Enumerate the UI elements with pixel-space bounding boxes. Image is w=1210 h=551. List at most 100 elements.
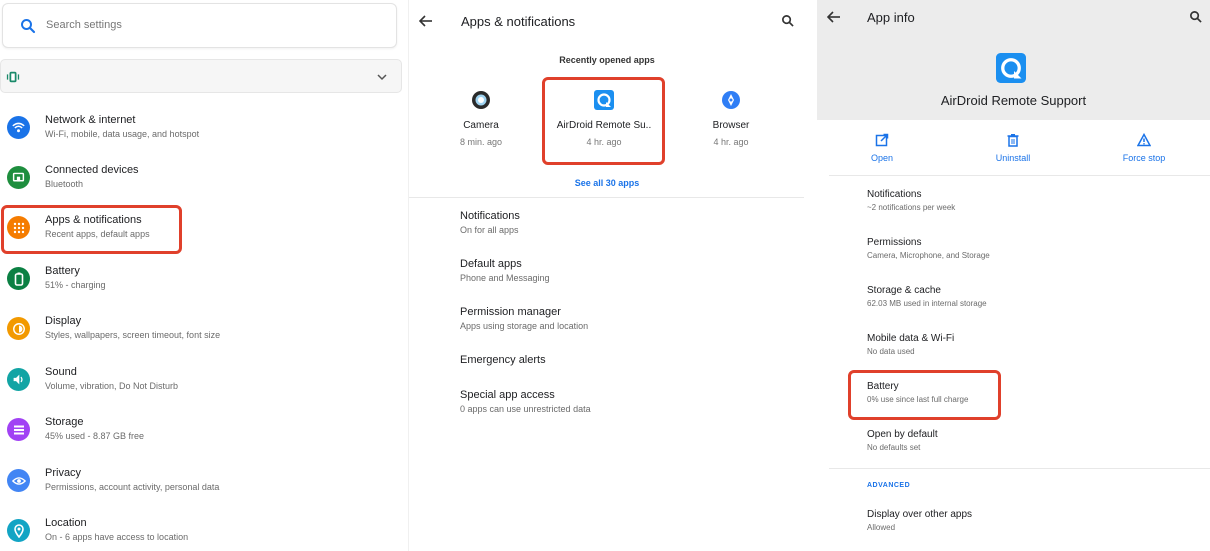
list-item-subtitle: ~2 notifications per week	[867, 203, 956, 212]
list-item-subtitle: Apps using storage and location	[460, 321, 589, 331]
privacy-icon	[7, 469, 30, 492]
panel-gap	[804, 0, 817, 551]
settings-item-sound[interactable]: Sound Volume, vibration, Do Not Disturb	[0, 360, 408, 410]
list-item-subtitle: No data used	[867, 347, 915, 356]
settings-item-battery[interactable]: Battery 51% - charging	[0, 259, 408, 309]
search-icon	[21, 19, 36, 34]
open-label: Open	[870, 153, 894, 163]
airdroid-app-icon	[594, 90, 614, 110]
settings-item-network[interactable]: Network & internet Wi-Fi, mobile, data u…	[0, 108, 408, 158]
search-icon[interactable]	[781, 14, 794, 27]
settings-item-privacy[interactable]: Privacy Permissions, account activity, p…	[0, 461, 408, 511]
settings-item-subtitle: Bluetooth	[45, 179, 84, 189]
list-item-subtitle: 62.03 MB used in internal storage	[867, 299, 987, 308]
settings-item-subtitle: 45% used - 8.87 GB free	[45, 431, 145, 441]
list-item-storage-cache[interactable]: Storage & cache 62.03 MB used in interna…	[867, 285, 987, 308]
app-bar: Apps & notifications	[409, 0, 804, 44]
list-item-title: Permissions	[867, 237, 922, 248]
list-item-title: Emergency alerts	[460, 354, 546, 366]
list-item-permissions[interactable]: Permissions Camera, Microphone, and Stor…	[867, 237, 990, 260]
settings-item-title: Connected devices	[45, 164, 139, 176]
search-placeholder: Search settings	[46, 19, 122, 31]
settings-item-title: Location	[45, 517, 87, 529]
list-item-title: Notifications	[460, 210, 520, 222]
list-item-emergency-alerts[interactable]: Emergency alerts	[460, 354, 546, 366]
settings-item-title: Display	[45, 315, 82, 327]
back-arrow-icon[interactable]	[827, 10, 841, 24]
location-pin-icon	[7, 519, 30, 542]
search-settings-bar[interactable]: Search settings	[2, 3, 397, 48]
divider	[409, 197, 804, 198]
settings-item-subtitle: Wi-Fi, mobile, data usage, and hotspot	[45, 129, 200, 139]
recent-app-airdroid[interactable]: AirDroid Remote Su.. 4 hr. ago	[549, 90, 659, 147]
settings-item-subtitle: Permissions, account activity, personal …	[45, 482, 220, 492]
recent-app-browser[interactable]: Browser 4 hr. ago	[676, 90, 786, 147]
list-item-battery[interactable]: Battery 0% use since last full charge	[867, 381, 968, 404]
list-item-special-app-access[interactable]: Special app access 0 apps can use unrest…	[460, 389, 591, 414]
recent-app-camera[interactable]: Camera 8 min. ago	[426, 90, 536, 147]
settings-item-storage[interactable]: Storage 45% used - 8.87 GB free	[0, 410, 408, 460]
settings-item-connected-devices[interactable]: Connected devices Bluetooth	[0, 158, 408, 208]
list-item-mobile-data[interactable]: Mobile data & Wi-Fi No data used	[867, 333, 954, 356]
chevron-down-icon[interactable]	[376, 71, 388, 83]
uninstall-button[interactable]: Uninstall	[968, 133, 1058, 163]
devices-icon	[7, 166, 30, 189]
app-name: AirDroid Remote Support	[940, 93, 1087, 108]
settings-item-subtitle: On - 6 apps have access to location	[45, 532, 189, 542]
settings-item-subtitle: Styles, wallpapers, screen timeout, font…	[45, 330, 221, 340]
divider	[829, 468, 1210, 469]
settings-home-panel: Search settings Network & internet Wi-Fi…	[0, 0, 408, 551]
list-item-title: Display over other apps	[867, 509, 973, 520]
list-item-open-by-default[interactable]: Open by default No defaults set	[867, 429, 938, 452]
wifi-icon	[7, 116, 30, 139]
search-icon[interactable]	[1189, 10, 1202, 23]
apps-grid-icon	[7, 216, 30, 239]
list-item-display-over-apps[interactable]: Display over other apps Allowed	[867, 509, 972, 532]
list-item-notifications[interactable]: Notifications ~2 notifications per week	[867, 189, 955, 212]
airdroid-app-icon	[996, 53, 1026, 83]
list-item-subtitle: Camera, Microphone, and Storage	[867, 251, 990, 260]
settings-item-display[interactable]: Display Styles, wallpapers, screen timeo…	[0, 309, 408, 359]
volume-icon	[7, 368, 30, 391]
list-item-default-apps[interactable]: Default apps Phone and Messaging	[460, 258, 550, 283]
list-item-subtitle: Allowed	[867, 523, 896, 532]
app-info-panel: App info AirDroid Remote Support Open Un…	[817, 0, 1210, 551]
uninstall-label: Uninstall	[995, 153, 1031, 163]
app-info-header: App info AirDroid Remote Support	[817, 0, 1210, 120]
settings-item-subtitle: Recent apps, default apps	[45, 229, 150, 239]
list-item-subtitle: No defaults set	[867, 443, 921, 452]
list-item-title: Storage & cache	[867, 285, 941, 296]
advanced-section-label: ADVANCED	[867, 482, 911, 489]
open-button[interactable]: Open	[837, 133, 927, 163]
see-all-apps-link[interactable]: See all 30 apps	[409, 178, 804, 188]
settings-item-title: Storage	[45, 416, 84, 428]
recent-app-time: 8 min. ago	[459, 137, 503, 147]
recent-app-time: 4 hr. ago	[713, 137, 749, 147]
list-item-subtitle: 0 apps can use unrestricted data	[460, 404, 591, 414]
settings-item-title: Network & internet	[45, 114, 136, 126]
recent-app-name: Browser	[712, 120, 750, 131]
list-item-notifications[interactable]: Notifications On for all apps	[460, 210, 520, 235]
settings-item-location[interactable]: Location On - 6 apps have access to loca…	[0, 511, 408, 551]
list-item-title: Permission manager	[460, 306, 561, 318]
vibrate-icon	[6, 71, 20, 83]
recent-app-name: AirDroid Remote Su..	[556, 120, 652, 131]
suggestion-card[interactable]	[0, 59, 402, 93]
force-stop-button[interactable]: Force stop	[1099, 133, 1189, 163]
list-item-subtitle: 0% use since last full charge	[867, 395, 969, 404]
settings-item-title: Privacy	[45, 467, 82, 479]
divider	[829, 175, 1210, 176]
list-item-title: Open by default	[867, 429, 938, 440]
apps-notifications-panel: Apps & notifications Recently opened app…	[408, 0, 804, 551]
display-brightness-icon	[7, 317, 30, 340]
list-item-title: Special app access	[460, 389, 555, 401]
recent-app-time: 4 hr. ago	[586, 137, 622, 147]
settings-item-apps-notifications[interactable]: Apps & notifications Recent apps, defaul…	[0, 208, 408, 258]
list-item-subtitle: Phone and Messaging	[460, 273, 550, 283]
list-item-permission-manager[interactable]: Permission manager Apps using storage an…	[460, 306, 588, 331]
battery-icon	[7, 267, 30, 290]
back-arrow-icon[interactable]	[419, 14, 433, 28]
list-item-title: Battery	[867, 381, 899, 392]
storage-icon	[7, 418, 30, 441]
open-external-icon	[875, 133, 889, 147]
